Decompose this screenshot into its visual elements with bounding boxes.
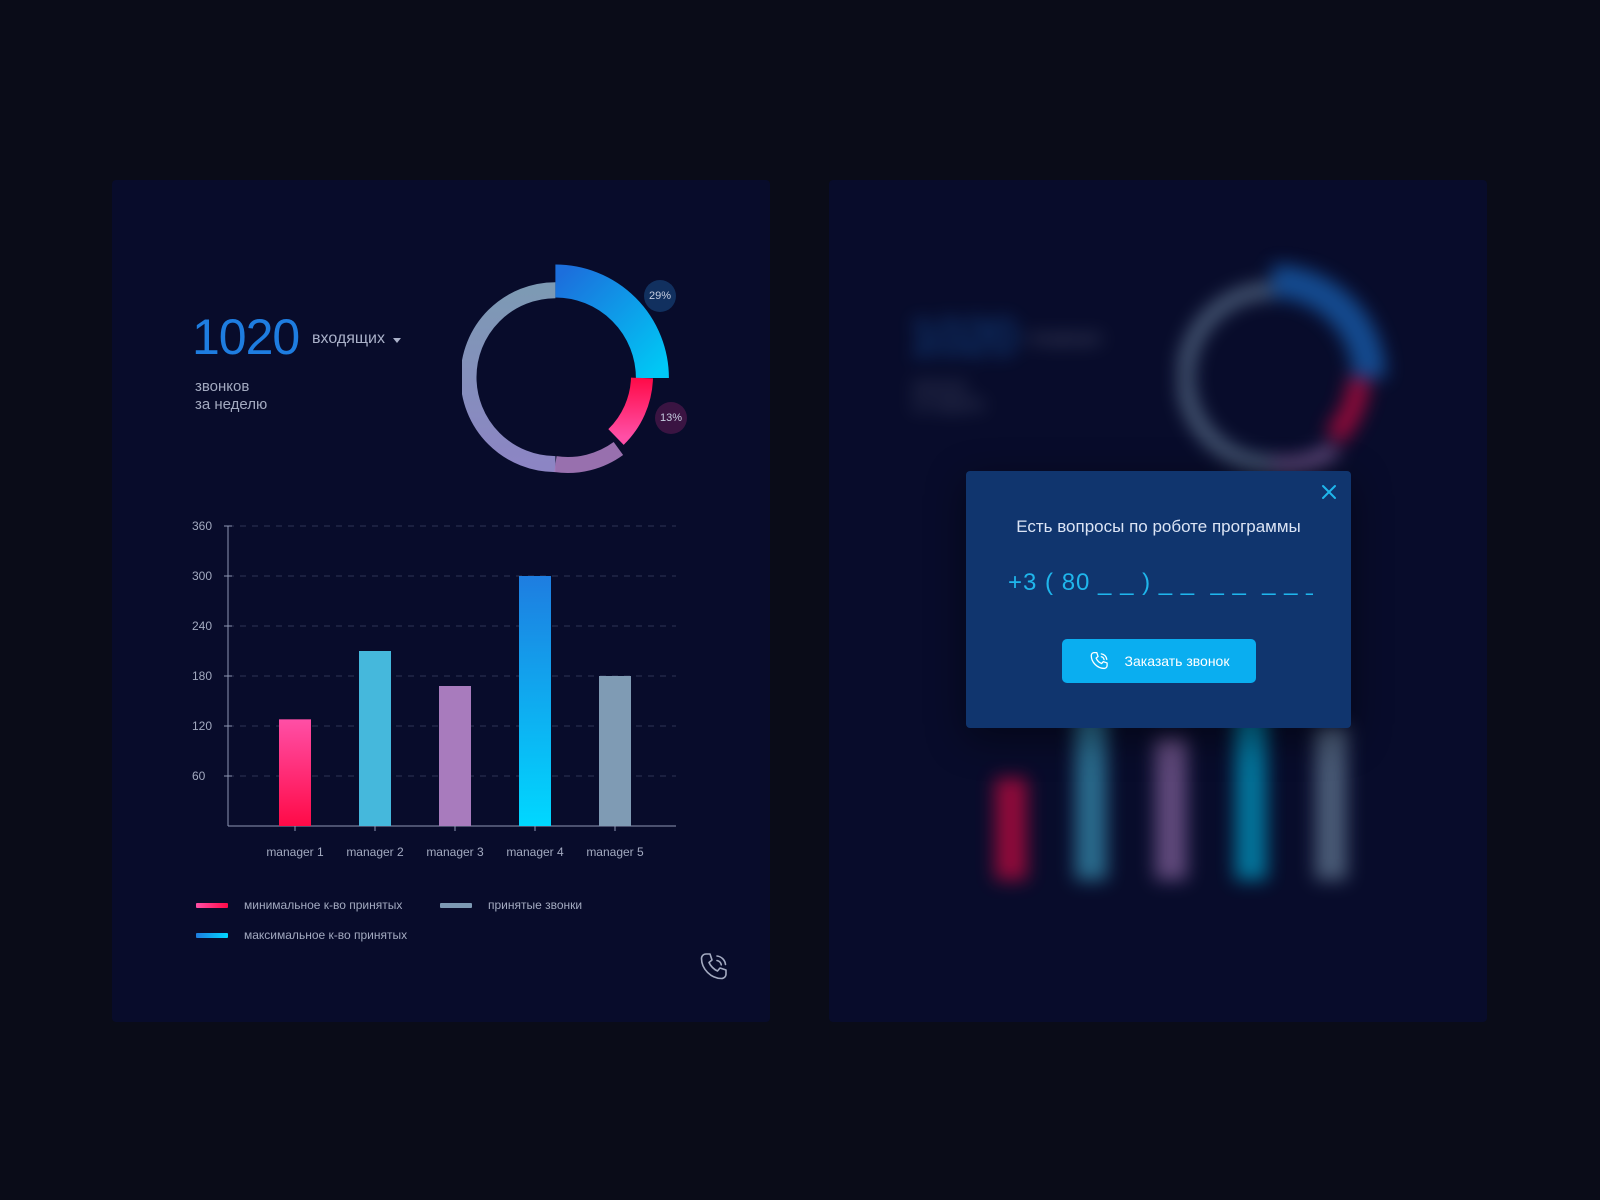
- bar-1: [279, 719, 311, 826]
- donut-segment-pink: [608, 377, 653, 445]
- bar-chart: manager 1 manager 2 manager 3 manager 4 mana…: [192, 519, 676, 859]
- legend-label-accepted: принятые звонки: [488, 898, 583, 912]
- bar-3: [439, 686, 471, 826]
- y-tick-label: 60: [192, 769, 206, 783]
- phone-input[interactable]: [1006, 565, 1315, 601]
- legend-swatch-blue: [196, 932, 228, 938]
- y-tick-label: 180: [192, 669, 212, 683]
- donut-segment-purple: [554, 441, 624, 473]
- calls-count-blurred: 1020: [909, 309, 1017, 365]
- legend-swatch-pink: [196, 902, 228, 908]
- subtitle-line-2-blurred: за неделю: [912, 396, 985, 413]
- percent-badge-pink: 13%: [655, 402, 687, 434]
- call-type-dropdown-blurred: входящих: [1029, 330, 1102, 348]
- order-call-label: Заказать звонок: [1124, 653, 1230, 669]
- callback-modal: Есть вопросы по роботе программы Заказат…: [966, 471, 1351, 728]
- subtitle-line-2: за неделю: [195, 396, 268, 413]
- y-tick-label: 300: [192, 569, 212, 583]
- call-type-label: входящих: [312, 330, 385, 347]
- x-tick-label: manager 3: [426, 845, 484, 859]
- donut-segment-grey: [462, 282, 556, 473]
- chevron-down-icon: [392, 337, 401, 343]
- bar-2: [359, 651, 391, 826]
- x-tick-label: manager 5: [586, 845, 644, 859]
- call-type-dropdown[interactable]: входящих: [312, 330, 401, 348]
- order-call-button[interactable]: Заказать звонок: [1062, 639, 1256, 683]
- phone-call-icon[interactable]: [698, 950, 732, 984]
- x-tick-label: manager 4: [506, 845, 564, 859]
- legend-swatch-grey: [440, 902, 472, 908]
- y-tick-label: 360: [192, 519, 212, 533]
- calls-count: 1020: [192, 309, 300, 365]
- bar-4: [519, 576, 551, 826]
- legend-item-min: минимальное к-во принятых: [196, 898, 402, 912]
- x-tick-label: manager 2: [346, 845, 404, 859]
- y-tick-label: 120: [192, 719, 212, 733]
- subtitle-line-1-blurred: звонков: [912, 378, 967, 395]
- calls-subtitle-blurred: звонков за неделю: [912, 378, 984, 414]
- donut-segment-blue: [554, 264, 669, 379]
- bar-5: [599, 676, 631, 826]
- modal-title: Есть вопросы по роботе программы: [1016, 517, 1301, 536]
- phone-call-icon: [1090, 651, 1108, 670]
- legend-item-max: максимальное к-во принятых: [196, 928, 407, 942]
- dashboard-panel: 1020 входящих звонков за неделю 29% 13%: [112, 180, 770, 1022]
- percent-badge-blue: 29%: [644, 280, 676, 312]
- chart-legend: минимальное к-во принятых принятые звонк…: [196, 898, 716, 968]
- calls-subtitle: звонков за неделю: [195, 378, 267, 414]
- legend-item-accepted: принятые звонки: [440, 898, 582, 912]
- x-tick-label: manager 1: [266, 845, 324, 859]
- legend-label-max: максимальное к-во принятых: [244, 928, 408, 942]
- close-icon[interactable]: [1321, 484, 1337, 500]
- y-tick-label: 240: [192, 619, 212, 633]
- donut-chart-blurred: [1179, 264, 1386, 473]
- subtitle-line-1: звонков: [195, 378, 250, 395]
- legend-label-min: минимальное к-во принятых: [244, 898, 403, 912]
- call-type-label-blurred: входящих: [1029, 330, 1102, 347]
